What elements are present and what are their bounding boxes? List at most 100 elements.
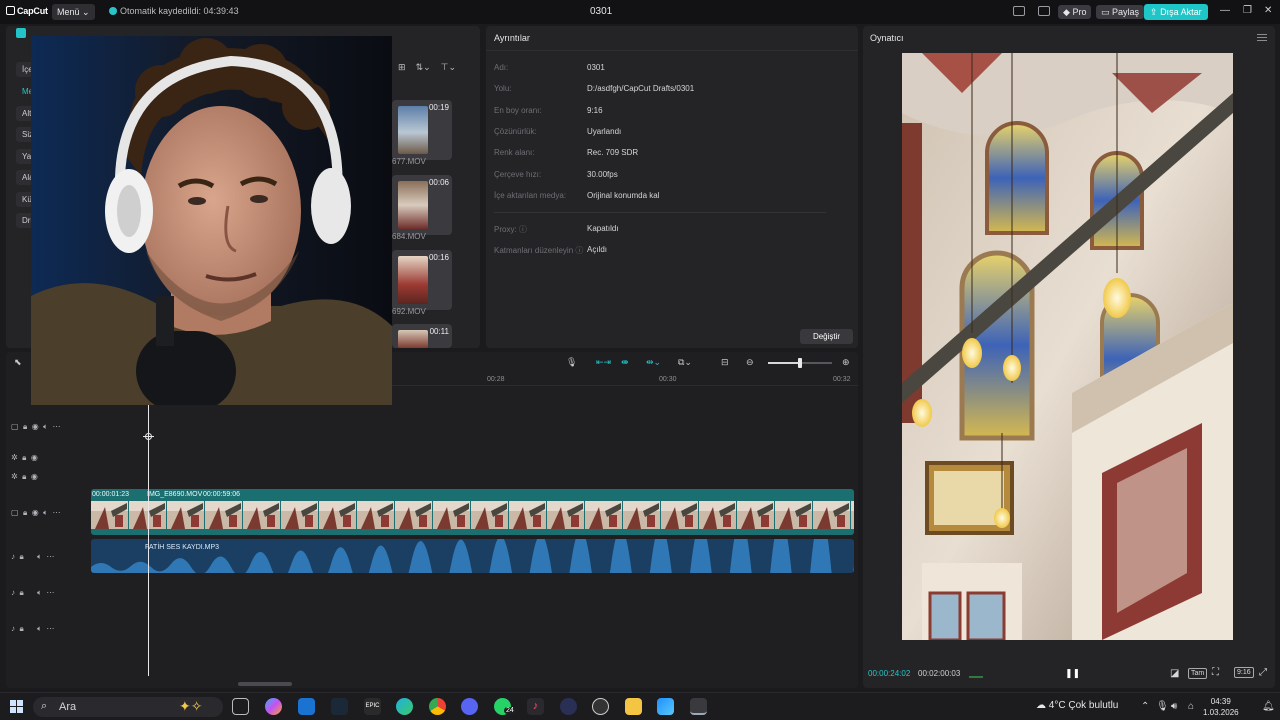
whatsapp-icon[interactable]: 24 xyxy=(494,698,516,715)
media-thumbnail[interactable]: 00:06 xyxy=(392,175,452,235)
player-panel: Oynatıcı 00:00:24:02 00:02:00:03 ❚❚ ◪ Ta… xyxy=(863,26,1275,688)
zoom-slider[interactable] xyxy=(768,358,832,368)
fit-button[interactable]: Tam xyxy=(1188,668,1208,679)
close-icon[interactable]: ✕ xyxy=(1264,5,1272,16)
app-icon[interactable] xyxy=(560,698,577,715)
microphone-tray-icon[interactable]: 🎙︎ xyxy=(1156,701,1169,712)
discord-icon[interactable] xyxy=(461,698,478,715)
thumbnail-image xyxy=(398,256,428,304)
audio-clip[interactable]: FATİH SES KAYDI.MP3 xyxy=(91,539,854,573)
playhead[interactable] xyxy=(148,402,149,676)
system-clock[interactable]: 04:39 1.03.2026 xyxy=(1203,696,1239,718)
lock-icon[interactable]: 🔒︎ xyxy=(22,472,26,481)
filter-icon[interactable]: ⊤⌄ xyxy=(441,62,456,72)
expand-icon[interactable]: ⤢ xyxy=(1259,667,1267,678)
auto-snap-icon[interactable]: ⇼ xyxy=(621,357,629,368)
detail-label-text: Proxy: xyxy=(494,225,517,234)
speaker-tray-icon[interactable]: 🔊︎ xyxy=(1171,701,1177,712)
music-app-icon[interactable]: ♪ xyxy=(527,698,544,715)
file-explorer-icon[interactable] xyxy=(625,698,642,715)
taskbar-search[interactable]: ⌕ Ara ✦✧ xyxy=(33,697,223,717)
linkage-icon[interactable]: ⇹⌄ xyxy=(646,357,661,368)
outlook-icon[interactable] xyxy=(298,698,315,715)
select-tool-icon[interactable]: ⬉ xyxy=(14,357,22,368)
lock-icon[interactable]: 🔒︎ xyxy=(19,624,23,633)
store-app-icon[interactable] xyxy=(657,698,674,715)
crop-icon[interactable]: ◪ xyxy=(1170,668,1179,679)
aspect-ratio-button[interactable]: 9:16 xyxy=(1234,667,1254,678)
shortcuts-icon[interactable] xyxy=(1038,6,1050,16)
copilot-icon[interactable] xyxy=(265,698,282,715)
track-type-icon: ▢ xyxy=(11,422,19,431)
main-track-magnet-icon[interactable]: ⇤⇥ xyxy=(596,357,611,368)
info-icon[interactable]: ⓘ xyxy=(575,246,583,255)
media-thumbnail[interactable]: 00:16 xyxy=(392,250,452,310)
more-icon[interactable]: ⋯ xyxy=(52,422,60,431)
grid-view-icon[interactable]: ⊞ xyxy=(398,62,406,72)
preview-axis-icon[interactable]: ⧉⌄ xyxy=(678,357,692,368)
audio-track-icon: ♪ xyxy=(11,624,15,633)
layout-icon[interactable] xyxy=(1013,6,1025,16)
eye-icon[interactable]: ◉ xyxy=(32,508,39,517)
network-icon[interactable]: ⌂ xyxy=(1188,701,1194,712)
capcut-logo: CapCut xyxy=(6,6,48,16)
menu-icon[interactable] xyxy=(1257,34,1267,41)
steam-icon[interactable] xyxy=(331,698,348,715)
video-preview[interactable] xyxy=(902,53,1233,640)
minimize-icon[interactable]: — xyxy=(1220,5,1230,16)
lock-icon[interactable]: 🔒︎ xyxy=(22,453,26,462)
eye-icon[interactable]: ◉ xyxy=(32,422,39,431)
lock-icon[interactable]: 🔒︎ xyxy=(23,422,27,431)
obs-icon[interactable] xyxy=(592,698,609,715)
eye-icon[interactable]: ◉ xyxy=(31,453,38,462)
export-button[interactable]: ⇪ Dışa Aktar xyxy=(1144,4,1208,20)
export-icon: ⇪ xyxy=(1150,7,1158,17)
speaker-icon[interactable]: 🔈︎ xyxy=(43,422,48,431)
speaker-icon[interactable]: 🔈︎ xyxy=(37,588,42,597)
media-thumbnail[interactable]: 00:19 xyxy=(392,100,452,160)
timeline-scrollbar[interactable] xyxy=(238,682,292,686)
chevron-down-icon: ⌄ xyxy=(82,7,90,17)
media-thumbnail[interactable]: 00:11 xyxy=(392,324,452,348)
zoom-out-icon[interactable]: ⊖ xyxy=(746,357,754,368)
fit-timeline-icon[interactable]: ⊟ xyxy=(721,357,729,368)
more-icon[interactable]: ⋯ xyxy=(52,508,60,517)
weather-widget[interactable]: ☁ 4°C Çok bulutlu xyxy=(1036,700,1118,711)
share-button[interactable]: ▭ Paylaş xyxy=(1096,5,1145,19)
share-icon: ▭ xyxy=(1101,7,1110,17)
edge-icon[interactable] xyxy=(396,698,413,715)
menu-button[interactable]: Menü ⌄ xyxy=(52,4,95,20)
more-icon[interactable]: ⋯ xyxy=(46,588,54,597)
microphone-icon[interactable]: 🎙 xyxy=(566,357,577,368)
zoom-slider-handle[interactable] xyxy=(798,358,802,368)
lock-icon[interactable]: 🔒︎ xyxy=(19,552,23,561)
windows-start-icon[interactable] xyxy=(10,700,23,713)
pause-icon[interactable]: ❚❚ xyxy=(1065,668,1080,679)
speaker-icon[interactable]: 🔈︎ xyxy=(37,552,42,561)
detail-label-text: Katmanları düzenleyin xyxy=(494,246,574,255)
change-button[interactable]: Değiştir xyxy=(800,329,853,344)
speaker-icon[interactable]: 🔈︎ xyxy=(37,624,42,633)
lock-icon[interactable]: 🔒︎ xyxy=(23,508,27,517)
menu-label: Menü xyxy=(57,7,80,17)
fullscreen-preview-icon[interactable]: ⛶ xyxy=(1212,667,1219,678)
restore-icon[interactable]: ❐ xyxy=(1243,5,1252,16)
media-tab-icon[interactable] xyxy=(16,28,26,38)
notification-icon[interactable]: 🔔︎ xyxy=(1262,701,1275,712)
chevron-up-icon[interactable]: ⌃ xyxy=(1141,701,1149,712)
eye-icon[interactable]: ◉ xyxy=(31,472,38,481)
lock-icon[interactable]: 🔒︎ xyxy=(19,588,23,597)
sort-icon[interactable]: ⇅⌄ xyxy=(416,62,431,72)
more-icon[interactable]: ⋯ xyxy=(46,552,54,561)
more-icon[interactable]: ⋯ xyxy=(46,624,54,633)
info-icon[interactable]: ⓘ xyxy=(519,225,527,234)
video-clip[interactable]: 00:00:01:23 IMG_E8690.MOV 00:00:59:06 xyxy=(91,489,854,535)
title-bar: CapCut Menü ⌄ Otomatik kaydedildi: 04:39… xyxy=(0,0,1280,24)
task-view-icon[interactable] xyxy=(232,698,249,715)
epic-games-icon[interactable]: EPIC xyxy=(364,698,381,715)
pro-button[interactable]: ◆ Pro xyxy=(1058,5,1092,19)
capcut-taskbar-icon[interactable] xyxy=(690,698,707,715)
chrome-icon[interactable] xyxy=(429,698,446,715)
speaker-icon[interactable]: 🔈︎ xyxy=(43,508,48,517)
zoom-in-icon[interactable]: ⊕ xyxy=(842,357,850,368)
